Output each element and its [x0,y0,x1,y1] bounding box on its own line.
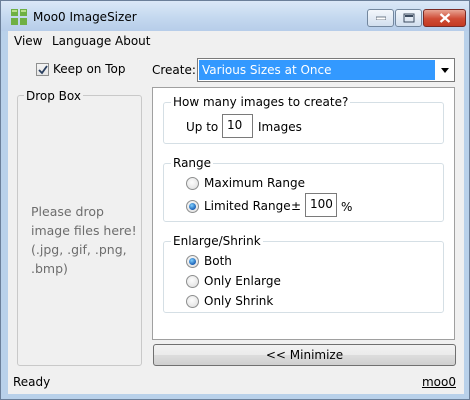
radio-both[interactable] [186,255,199,268]
title-bar[interactable]: Moo0 ImageSizer [1,1,469,31]
maximum-range-label[interactable]: Maximum Range [204,176,305,190]
status-text: Ready [13,375,51,389]
moo0-link[interactable]: moo0 [422,375,456,389]
minimize-panel-button[interactable]: << Minimize [153,344,456,366]
enlarge-shrink-title: Enlarge/Shrink [171,234,263,248]
how-many-title: How many images to create? [171,95,351,109]
maximize-icon [403,13,414,23]
only-enlarge-label[interactable]: Only Enlarge [204,274,281,288]
range-title: Range [171,156,214,170]
client-area: Keep on Top Drop Box Please drop image f… [8,51,464,394]
how-many-group: How many images to create? Up to 10 Imag… [163,95,444,144]
plus-minus-sign: ± [291,199,302,213]
only-shrink-label[interactable]: Only Shrink [204,294,273,308]
radio-limited-range[interactable] [186,200,199,213]
options-panel: How many images to create? Up to 10 Imag… [152,87,455,340]
menu-about[interactable]: About [115,34,150,48]
checkbox-box[interactable] [36,63,49,76]
create-dropdown[interactable]: Various Sizes at Once [197,58,455,82]
app-grid-icon [11,9,27,25]
image-count-input[interactable]: 10 [222,114,253,138]
maximize-window-button[interactable] [395,9,422,27]
chevron-down-icon [441,68,449,73]
radio-maximum-range[interactable] [186,177,199,190]
limited-range-label[interactable]: Limited Range [204,199,291,213]
keep-on-top-label: Keep on Top [53,62,126,76]
menu-language[interactable]: Language [52,34,111,48]
drop-box[interactable]: Drop Box Please drop image files here! (… [17,89,142,366]
drop-box-hint: Please drop image files here! (.jpg, .gi… [31,204,137,276]
create-label: Create: [152,63,196,77]
checkmark-icon [38,65,48,75]
range-percent-input[interactable]: 100 [305,193,337,217]
range-group: Range Maximum Range Limited Range ± 100 … [163,156,444,222]
minimize-window-button[interactable] [367,9,394,27]
both-label[interactable]: Both [204,254,232,268]
percent-label: % [341,200,353,214]
close-window-button[interactable] [423,9,466,27]
drop-box-title: Drop Box [24,89,83,103]
menu-bar: View Language About [8,31,464,51]
app-window: Moo0 ImageSizer View Language About Keep… [0,0,470,400]
up-to-label: Up to [186,120,219,134]
menu-view[interactable]: View [14,34,42,48]
create-dropdown-value: Various Sizes at Once [199,60,435,80]
radio-only-shrink[interactable] [186,295,199,308]
window-title: Moo0 ImageSizer [33,10,137,24]
images-label: Images [258,120,302,134]
close-icon [439,13,450,23]
radio-only-enlarge[interactable] [186,275,199,288]
minimize-icon [375,16,386,20]
enlarge-shrink-group: Enlarge/Shrink Both Only Enlarge Only Sh… [163,234,444,313]
